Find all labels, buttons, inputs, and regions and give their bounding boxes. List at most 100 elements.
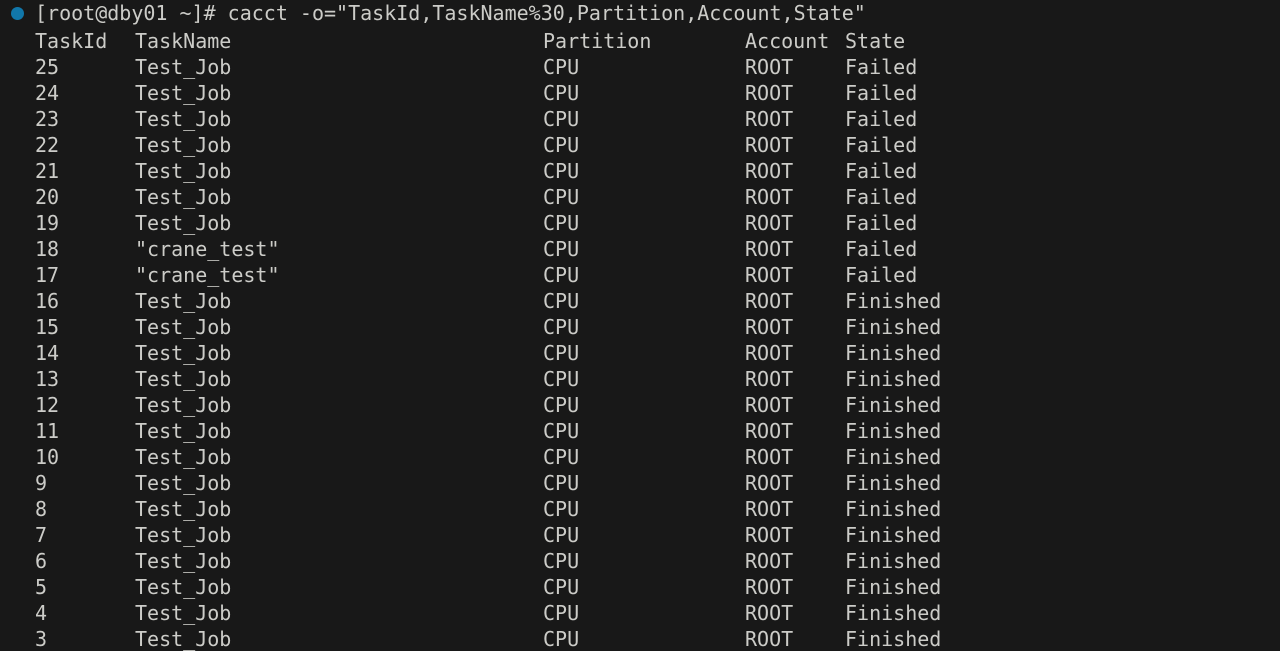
cell-taskid: 9 — [35, 471, 48, 495]
cell-account: ROOT — [745, 315, 794, 339]
cell-taskname: Test_Job — [135, 367, 232, 391]
table-row: 4 Test_Job CPU ROOT Finished — [0, 600, 1280, 626]
cell-partition: CPU — [543, 289, 580, 313]
cell-state: Failed — [845, 133, 918, 157]
table-row: 24 Test_Job CPU ROOT Failed — [0, 80, 1280, 106]
cell-partition: CPU — [543, 211, 580, 235]
cell-state: Failed — [845, 81, 918, 105]
cell-taskname: "crane_test" — [135, 237, 280, 261]
cell-taskid: 12 — [35, 393, 60, 417]
column-header-partition: Partition — [543, 29, 652, 53]
cell-taskname: Test_Job — [135, 107, 232, 131]
cell-partition: CPU — [543, 341, 580, 365]
cell-taskid: 11 — [35, 419, 60, 443]
table-row: 12 Test_Job CPU ROOT Finished — [0, 392, 1280, 418]
cell-taskid: 16 — [35, 289, 60, 313]
cell-account: ROOT — [745, 159, 794, 183]
cell-account: ROOT — [745, 133, 794, 157]
cell-taskid: 25 — [35, 55, 60, 79]
cell-account: ROOT — [745, 627, 794, 651]
cell-state: Finished — [845, 289, 942, 313]
cell-state: Finished — [845, 393, 942, 417]
cell-taskid: 21 — [35, 159, 60, 183]
table-row: 14 Test_Job CPU ROOT Finished — [0, 340, 1280, 366]
cell-partition: CPU — [543, 315, 580, 339]
cell-taskname: Test_Job — [135, 549, 232, 573]
cell-taskname: Test_Job — [135, 289, 232, 313]
table-row: 11 Test_Job CPU ROOT Finished — [0, 418, 1280, 444]
table-row: 9 Test_Job CPU ROOT Finished — [0, 470, 1280, 496]
cell-partition: CPU — [543, 185, 580, 209]
cell-taskid: 22 — [35, 133, 60, 157]
cell-taskid: 8 — [35, 497, 48, 521]
cell-state: Failed — [845, 107, 918, 131]
cell-state: Finished — [845, 575, 942, 599]
table-row: 17 "crane_test" CPU ROOT Failed — [0, 262, 1280, 288]
table-body: 25 Test_Job CPU ROOT Failed 24 Test_Job CPU ROOT… — [0, 54, 1280, 651]
cell-state: Finished — [845, 419, 942, 443]
cell-account: ROOT — [745, 497, 794, 521]
table-row: 7 Test_Job CPU ROOT Finished — [0, 522, 1280, 548]
cell-state: Failed — [845, 211, 918, 235]
table-row: 15 Test_Job CPU ROOT Finished — [0, 314, 1280, 340]
cell-taskname: Test_Job — [135, 211, 232, 235]
cell-account: ROOT — [745, 549, 794, 573]
prompt-command-text: [root@dby01 ~]# cacct -o="TaskId,TaskNam… — [35, 1, 866, 25]
table-row: 20 Test_Job CPU ROOT Failed — [0, 184, 1280, 210]
cell-taskname: Test_Job — [135, 419, 232, 443]
cell-taskname: Test_Job — [135, 81, 232, 105]
cell-partition: CPU — [543, 263, 580, 287]
cell-taskname: Test_Job — [135, 315, 232, 339]
cell-partition: CPU — [543, 497, 580, 521]
table-row: 13 Test_Job CPU ROOT Finished — [0, 366, 1280, 392]
cell-account: ROOT — [745, 419, 794, 443]
cell-state: Finished — [845, 523, 942, 547]
cell-state: Failed — [845, 263, 918, 287]
cell-partition: CPU — [543, 601, 580, 625]
cell-taskid: 10 — [35, 445, 60, 469]
cell-state: Finished — [845, 549, 942, 573]
cell-taskid: 7 — [35, 523, 48, 547]
cell-taskname: Test_Job — [135, 601, 232, 625]
table-row: 25 Test_Job CPU ROOT Failed — [0, 54, 1280, 80]
cell-account: ROOT — [745, 471, 794, 495]
cell-state: Finished — [845, 445, 942, 469]
cell-taskname: Test_Job — [135, 497, 232, 521]
table-row: 8 Test_Job CPU ROOT Finished — [0, 496, 1280, 522]
cell-taskid: 5 — [35, 575, 48, 599]
cell-taskname: Test_Job — [135, 55, 232, 79]
table-row: 23 Test_Job CPU ROOT Failed — [0, 106, 1280, 132]
column-header-state: State — [845, 29, 906, 53]
cell-account: ROOT — [745, 81, 794, 105]
cell-taskid: 23 — [35, 107, 60, 131]
table-row: 21 Test_Job CPU ROOT Failed — [0, 158, 1280, 184]
cell-taskid: 15 — [35, 315, 60, 339]
table-row: 19 Test_Job CPU ROOT Failed — [0, 210, 1280, 236]
cell-taskid: 13 — [35, 367, 60, 391]
cell-taskname: Test_Job — [135, 523, 232, 547]
status-dot-icon — [11, 7, 24, 20]
cell-taskname: Test_Job — [135, 185, 232, 209]
cell-state: Finished — [845, 601, 942, 625]
cell-partition: CPU — [543, 237, 580, 261]
cell-account: ROOT — [745, 55, 794, 79]
cell-account: ROOT — [745, 445, 794, 469]
cell-taskname: Test_Job — [135, 393, 232, 417]
cell-account: ROOT — [745, 601, 794, 625]
cell-account: ROOT — [745, 289, 794, 313]
cell-partition: CPU — [543, 393, 580, 417]
cell-account: ROOT — [745, 263, 794, 287]
cell-account: ROOT — [745, 575, 794, 599]
terminal-window[interactable]: [root@dby01 ~]# cacct -o="TaskId,TaskNam… — [0, 0, 1280, 651]
cell-state: Failed — [845, 55, 918, 79]
cell-taskid: 4 — [35, 601, 48, 625]
cell-state: Failed — [845, 185, 918, 209]
cell-account: ROOT — [745, 523, 794, 547]
column-header-account: Account — [745, 29, 830, 53]
cell-account: ROOT — [745, 367, 794, 391]
cell-taskname: Test_Job — [135, 627, 232, 651]
table-row: 3 Test_Job CPU ROOT Finished — [0, 626, 1280, 651]
cell-partition: CPU — [543, 159, 580, 183]
cell-partition: CPU — [543, 575, 580, 599]
cell-state: Finished — [845, 341, 942, 365]
